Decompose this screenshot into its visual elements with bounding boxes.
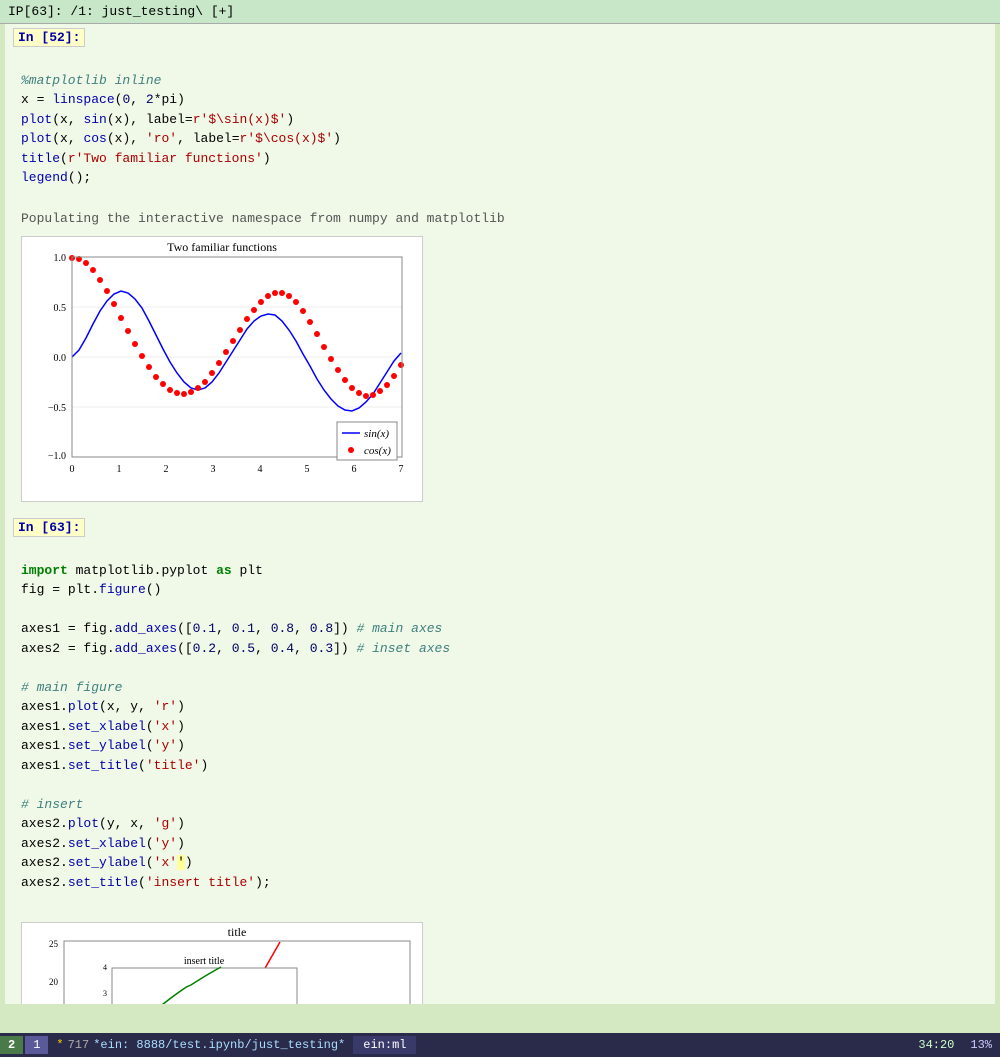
status-percent: 13%	[970, 1038, 992, 1052]
svg-text:sin(x): sin(x)	[364, 428, 389, 440]
status-linecount: 717	[68, 1038, 90, 1052]
status-num2: 1	[25, 1036, 48, 1054]
status-bar: 2 1 * 717 *ein: 8888/test.ipynb/just_tes…	[0, 1033, 1000, 1057]
cell-code-63[interactable]: import matplotlib.pyplot as plt fig = pl…	[13, 539, 987, 914]
title-text: IP[63]: /1: just_testing\ [+]	[8, 4, 234, 19]
cell-52: In [52]: %matplotlib inline x = linspace…	[5, 24, 995, 514]
svg-text:0.5: 0.5	[54, 303, 67, 314]
svg-text:1.0: 1.0	[54, 253, 67, 264]
svg-text:4: 4	[258, 464, 263, 475]
status-indicator: *	[56, 1038, 63, 1052]
inset-axes	[112, 968, 297, 1005]
svg-text:2: 2	[164, 464, 169, 475]
status-filename: *ein: 8888/test.ipynb/just_testing*	[93, 1038, 345, 1052]
status-left: 2 1 * 717 *ein: 8888/test.ipynb/just_tes…	[0, 1036, 416, 1054]
svg-text:0.0: 0.0	[54, 353, 67, 364]
svg-text:cos(x): cos(x)	[364, 445, 391, 457]
plot2-container: title y x 0 5 10 15 20 25 0 1 2	[21, 922, 423, 1005]
status-kernel: ein:ml	[353, 1036, 416, 1054]
svg-text:0: 0	[70, 464, 75, 475]
plot1-svg: Two familiar functions 1.0 0.5 0.0 −0.5 …	[22, 237, 422, 497]
svg-text:3: 3	[103, 989, 107, 998]
svg-text:7: 7	[399, 464, 404, 475]
cell-63: In [63]: import matplotlib.pyplot as plt…	[5, 514, 995, 1004]
plot1-container: Two familiar functions 1.0 0.5 0.0 −0.5 …	[21, 236, 423, 502]
svg-text:20: 20	[49, 977, 59, 987]
main-title: title	[228, 925, 247, 939]
cell-in-label-52: In [52]:	[13, 28, 85, 47]
svg-text:4: 4	[103, 963, 107, 972]
title-bar: IP[63]: /1: just_testing\ [+]	[0, 0, 1000, 24]
inset-title: insert title	[184, 956, 225, 967]
cell-in-label-63: In [63]:	[13, 518, 85, 537]
status-right: 34:20 13%	[918, 1038, 1000, 1052]
status-num1: 2	[0, 1036, 23, 1054]
svg-text:1: 1	[117, 464, 122, 475]
status-position: 34:20	[918, 1038, 954, 1052]
plot2-svg: title y x 0 5 10 15 20 25 0 1 2	[22, 923, 422, 1005]
svg-text:5: 5	[305, 464, 310, 475]
svg-text:−1.0: −1.0	[48, 451, 66, 462]
plot1-title: Two familiar functions	[167, 240, 277, 254]
cell-output-52: Populating the interactive namespace fro…	[13, 209, 987, 228]
svg-text:3: 3	[211, 464, 216, 475]
svg-text:6: 6	[352, 464, 357, 475]
svg-text:25: 25	[49, 939, 59, 949]
svg-text:−0.5: −0.5	[48, 403, 66, 414]
notebook: In [52]: %matplotlib inline x = linspace…	[5, 24, 995, 1004]
cell-code-52[interactable]: %matplotlib inline x = linspace(0, 2*pi)…	[13, 49, 987, 209]
